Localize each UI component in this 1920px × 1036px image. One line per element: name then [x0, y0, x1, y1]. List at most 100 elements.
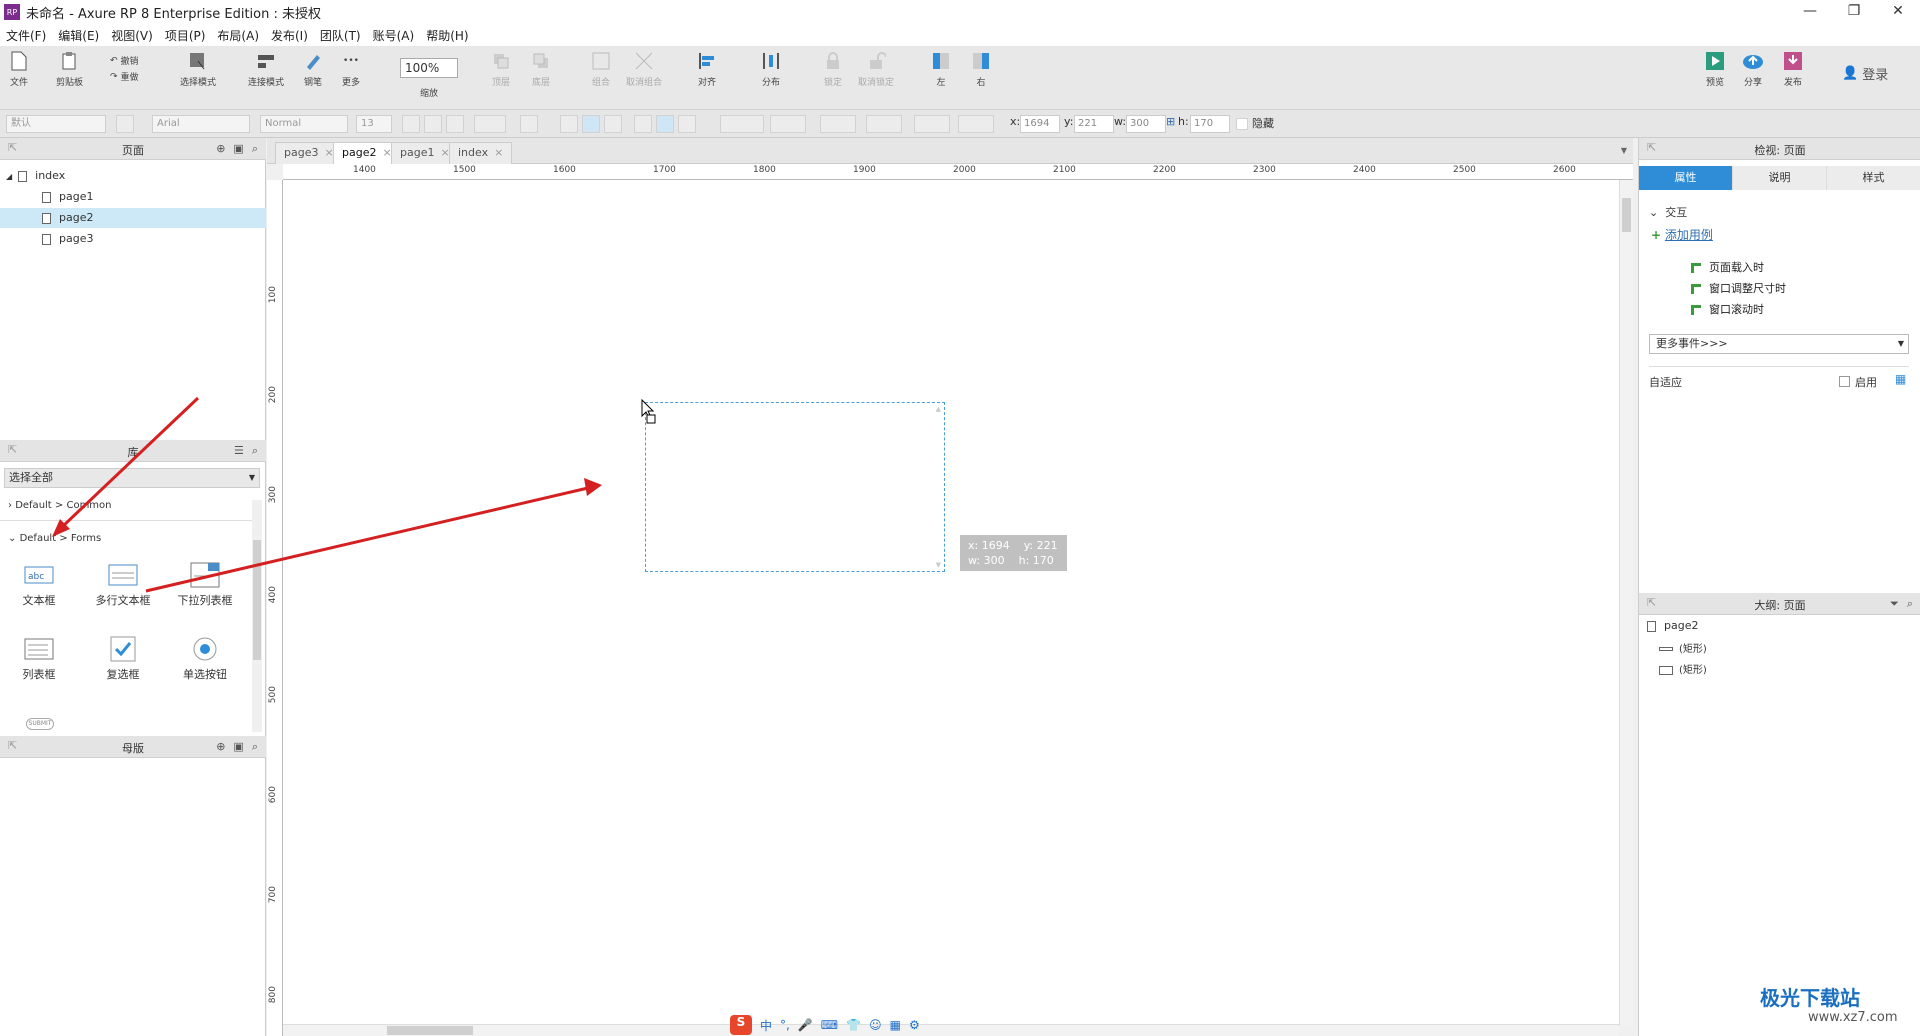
line-width-icon[interactable]: [866, 115, 902, 133]
interaction-section[interactable]: ⌄ 交互: [1649, 204, 1687, 220]
tab-style[interactable]: 样式: [1827, 166, 1920, 190]
align-button[interactable]: 对齐: [696, 50, 718, 88]
microphone-icon[interactable]: 🎤: [798, 1018, 813, 1032]
tree-item-page3[interactable]: page3: [0, 229, 266, 249]
add-master-icon[interactable]: ⊕: [216, 740, 225, 754]
search-icon[interactable]: ⌕: [252, 142, 258, 156]
align-right-icon[interactable]: [604, 115, 622, 133]
style-edit-icon[interactable]: [116, 115, 134, 133]
login-button[interactable]: 👤 登录: [1842, 64, 1888, 83]
outline-item-rect2[interactable]: (矩形): [1659, 661, 1707, 676]
distribute-button[interactable]: 分布: [760, 50, 782, 88]
redo-button[interactable]: ↷ 重做: [110, 70, 139, 84]
add-folder-icon[interactable]: ▣: [233, 142, 243, 156]
right-button[interactable]: 右: [970, 50, 992, 88]
hidden-checkbox[interactable]: [1236, 118, 1248, 130]
widget-submit[interactable]: SUBMIT: [26, 718, 54, 730]
sogou-icon[interactable]: S: [730, 1015, 752, 1035]
italic-icon[interactable]: [424, 115, 442, 133]
bullet-icon[interactable]: [520, 115, 538, 133]
font-select[interactable]: Arial: [152, 115, 250, 133]
ime-punctuation[interactable]: °,: [780, 1018, 790, 1032]
lock-ratio-icon[interactable]: ⊞: [1166, 115, 1175, 128]
widget-dropdown[interactable]: 下拉列表框: [170, 562, 240, 608]
arrow-style-icon[interactable]: [958, 115, 994, 133]
widget-textarea[interactable]: 多行文本框: [88, 562, 158, 608]
lock-button[interactable]: 锁定: [822, 50, 844, 88]
enable-checkbox[interactable]: [1839, 376, 1850, 387]
tab-index[interactable]: index ×: [449, 142, 513, 164]
valign-middle-icon[interactable]: [656, 115, 674, 133]
widget-radio[interactable]: 单选按钮: [170, 636, 240, 682]
menu-help[interactable]: 帮助(H): [426, 27, 468, 44]
canvas-vertical-scrollbar[interactable]: [1619, 180, 1633, 1026]
tree-item-page2[interactable]: page2: [0, 208, 266, 228]
minimize-icon[interactable]: —: [1788, 0, 1832, 24]
tab-list-icon[interactable]: ▼: [1621, 146, 1627, 155]
keyboard-icon[interactable]: ⌨: [821, 1018, 838, 1032]
left-button[interactable]: 左: [930, 50, 952, 88]
menu-account[interactable]: 账号(A): [373, 27, 415, 44]
menu-team[interactable]: 团队(T): [320, 27, 361, 44]
line-color-icon[interactable]: [820, 115, 856, 133]
search-icon[interactable]: ⌕: [252, 444, 258, 458]
add-page-icon[interactable]: ⊕: [216, 142, 225, 156]
adaptive-settings-icon[interactable]: ▦: [1895, 372, 1906, 386]
font-weight-select[interactable]: Normal: [260, 115, 348, 133]
event-window-scroll[interactable]: 窗口滚动时: [1691, 301, 1764, 317]
ungroup-button[interactable]: 取消组合: [626, 50, 662, 88]
menu-file[interactable]: 文件(F): [6, 27, 46, 44]
textarea-widget-on-canvas[interactable]: ▲ ▼: [645, 402, 945, 572]
library-group-forms[interactable]: ⌄ Default > Forms: [8, 533, 101, 544]
connect-mode-button[interactable]: 连接模式: [248, 50, 284, 88]
emoji-icon[interactable]: ☺: [869, 1018, 882, 1032]
publish-button[interactable]: 发布: [1782, 50, 1804, 88]
select-mode-button[interactable]: 选择模式: [180, 50, 216, 88]
menu-project[interactable]: 项目(P): [165, 27, 206, 44]
close-tab-icon[interactable]: ×: [494, 146, 503, 159]
filter-icon[interactable]: ⏷: [1890, 597, 1899, 611]
more-events-select[interactable]: 更多事件>>> ▼: [1649, 334, 1909, 354]
grid-icon[interactable]: ▦: [890, 1018, 901, 1032]
x-field[interactable]: 1694: [1020, 115, 1060, 133]
menu-publish[interactable]: 发布(I): [271, 27, 308, 44]
menu-edit[interactable]: 编辑(E): [58, 27, 99, 44]
event-page-load[interactable]: 页面载入时: [1691, 259, 1764, 275]
underline-icon[interactable]: [446, 115, 464, 133]
tree-item-index[interactable]: ◢ index: [0, 166, 266, 186]
group-button[interactable]: 组合: [590, 50, 612, 88]
library-group-common[interactable]: › Default > Common: [8, 500, 112, 511]
align-center-icon[interactable]: [582, 115, 600, 133]
close-icon[interactable]: ✕: [1876, 0, 1920, 24]
unlock-button[interactable]: 取消锁定: [858, 50, 894, 88]
expand-icon[interactable]: ◢: [6, 172, 12, 181]
outline-page-item[interactable]: page2: [1647, 619, 1698, 632]
font-size-select[interactable]: 13: [356, 115, 392, 133]
search-icon[interactable]: ⌕: [252, 740, 258, 754]
library-select[interactable]: 选择全部 ▼: [4, 468, 260, 488]
add-case-link[interactable]: + 添加用例: [1651, 226, 1713, 243]
widget-listbox[interactable]: 列表框: [4, 636, 74, 682]
design-canvas[interactable]: [283, 180, 1619, 1026]
widget-textbox[interactable]: abc 文本框: [4, 562, 74, 608]
file-button[interactable]: 文件: [8, 50, 30, 88]
font-color-icon[interactable]: [474, 115, 506, 133]
widget-checkbox[interactable]: 复选框: [88, 636, 158, 682]
tab-properties[interactable]: 属性: [1639, 166, 1733, 190]
settings-icon[interactable]: ⚙: [909, 1018, 920, 1032]
preview-button[interactable]: 预览: [1704, 50, 1726, 88]
share-button[interactable]: 分享: [1742, 50, 1764, 88]
zoom-select[interactable]: 100%: [400, 58, 458, 78]
line-style-icon[interactable]: [914, 115, 950, 133]
clipboard-button[interactable]: 剪贴板: [56, 50, 83, 88]
bold-icon[interactable]: [402, 115, 420, 133]
menu-view[interactable]: 视图(V): [111, 27, 153, 44]
send-bottom-button[interactable]: 底层: [530, 50, 552, 88]
tab-notes[interactable]: 说明: [1733, 166, 1827, 190]
y-field[interactable]: 221: [1074, 115, 1114, 133]
menu-icon[interactable]: ☰: [234, 444, 244, 458]
shirt-icon[interactable]: 👕: [846, 1018, 861, 1032]
library-scrollbar[interactable]: [252, 500, 262, 732]
tree-item-page1[interactable]: page1: [0, 187, 266, 207]
event-window-resize[interactable]: 窗口调整尺寸时: [1691, 280, 1786, 296]
